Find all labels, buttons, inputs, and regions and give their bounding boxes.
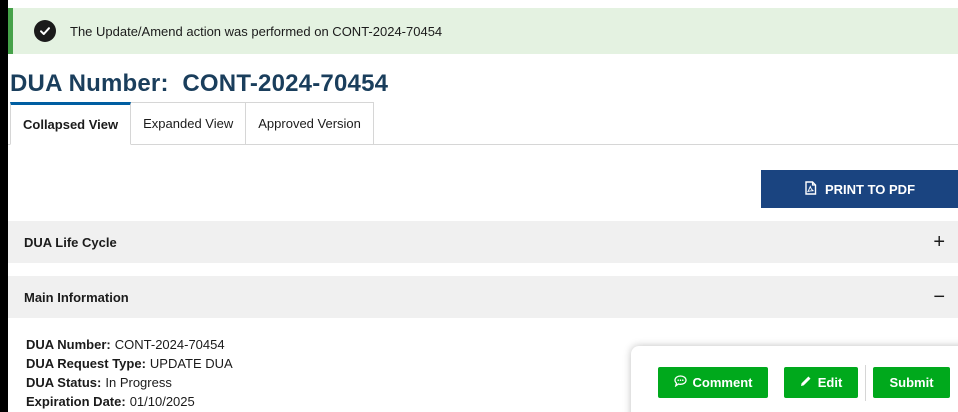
success-alert: The Update/Amend action was performed on… xyxy=(8,8,958,54)
field-label: Expiration Date: xyxy=(26,394,126,409)
field-value: CONT-2024-70454 xyxy=(114,337,225,352)
field-label: DUA Status: xyxy=(26,375,102,390)
field-value: UPDATE DUA xyxy=(149,356,233,371)
page: The Update/Amend action was performed on… xyxy=(8,0,958,412)
field-value: In Progress xyxy=(105,375,172,390)
main-information-fields: DUA Number: CONT-2024-70454 DUA Request T… xyxy=(26,335,233,411)
check-circle-icon xyxy=(34,20,56,42)
accordion-title: DUA Life Cycle xyxy=(24,234,117,250)
print-to-pdf-button[interactable]: PRINT TO PDF xyxy=(761,170,958,208)
comment-button[interactable]: Comment xyxy=(658,367,768,398)
edit-label: Edit xyxy=(817,375,843,390)
field-dua-status: DUA Status: In Progress xyxy=(26,373,233,392)
field-dua-request-type: DUA Request Type: UPDATE DUA xyxy=(26,354,233,373)
tab-approved-version[interactable]: Approved Version xyxy=(246,102,374,145)
collapse-minus-icon[interactable]: − xyxy=(933,287,945,307)
tab-collapsed-view[interactable]: Collapsed View xyxy=(10,102,132,145)
accordion-title: Main Information xyxy=(24,289,129,305)
tab-expanded-view[interactable]: Expanded View xyxy=(131,102,247,145)
field-label: DUA Number: xyxy=(26,337,111,352)
action-divider xyxy=(865,365,866,401)
field-dua-number: DUA Number: CONT-2024-70454 xyxy=(26,335,233,354)
submit-button[interactable]: Submit xyxy=(873,367,950,398)
view-tabs: Collapsed View Expanded View Approved Ve… xyxy=(10,102,374,145)
accordion-dua-life-cycle[interactable]: DUA Life Cycle + xyxy=(8,221,958,263)
alert-message: The Update/Amend action was performed on… xyxy=(70,23,443,39)
pencil-icon xyxy=(800,375,812,390)
expand-plus-icon[interactable]: + xyxy=(933,232,945,252)
comment-label: Comment xyxy=(692,375,753,390)
field-value: 01/10/2025 xyxy=(129,394,195,409)
pdf-file-icon xyxy=(804,180,817,198)
edit-button[interactable]: Edit xyxy=(784,367,858,398)
print-to-pdf-label: PRINT TO PDF xyxy=(824,181,916,197)
action-panel: Comment Edit Submit xyxy=(631,346,958,412)
field-expiration-date: Expiration Date: 01/10/2025 xyxy=(26,392,233,411)
accordion-main-information[interactable]: Main Information − xyxy=(8,276,958,318)
comment-bubble-icon xyxy=(673,375,687,390)
page-title: DUA Number: CONT-2024-70454 xyxy=(10,70,389,97)
field-label: DUA Request Type: xyxy=(26,356,146,371)
submit-label: Submit xyxy=(889,375,934,390)
